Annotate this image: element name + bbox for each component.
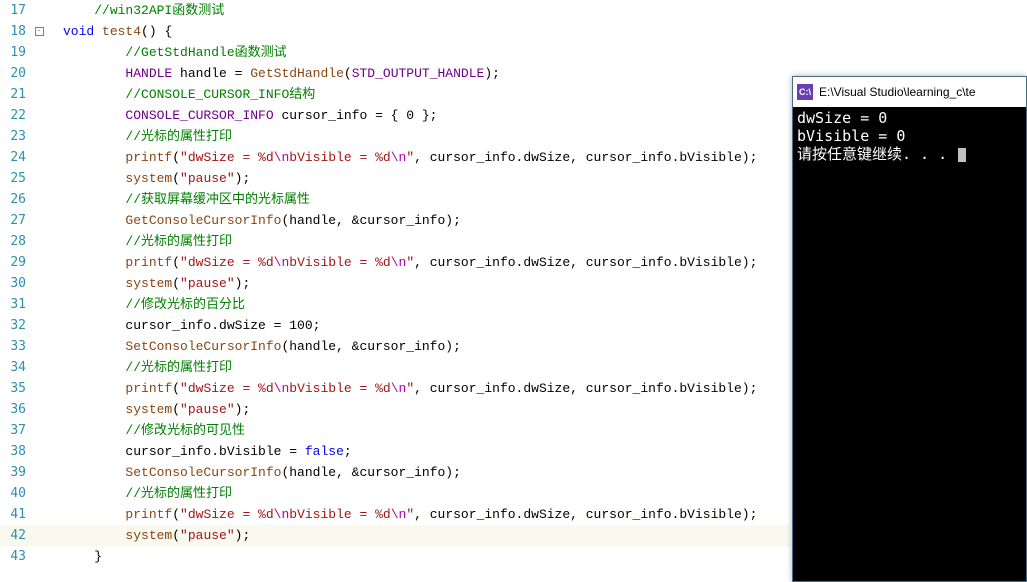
line-number: 33: [0, 336, 32, 357]
code-text[interactable]: //win32API函数测试: [61, 0, 790, 21]
code-text[interactable]: CONSOLE_CURSOR_INFO cursor_info = { 0 };: [61, 105, 790, 126]
code-text[interactable]: GetConsoleCursorInfo(handle, &cursor_inf…: [61, 210, 790, 231]
line-number: 42: [0, 525, 32, 546]
line-number: 18: [0, 21, 32, 42]
code-text[interactable]: cursor_info.dwSize = 100;: [61, 315, 790, 336]
line-number: 20: [0, 63, 32, 84]
line-number: 25: [0, 168, 32, 189]
code-line[interactable]: 37 //修改光标的可见性: [0, 420, 790, 441]
line-number: 34: [0, 357, 32, 378]
code-text[interactable]: //光标的属性打印: [61, 126, 790, 147]
code-line[interactable]: 32 cursor_info.dwSize = 100;: [0, 315, 790, 336]
code-text[interactable]: system("pause");: [61, 273, 790, 294]
code-text[interactable]: SetConsoleCursorInfo(handle, &cursor_inf…: [61, 462, 790, 483]
code-text[interactable]: printf("dwSize = %d\nbVisible = %d\n", c…: [61, 378, 790, 399]
console-app-icon: C:\: [797, 84, 813, 100]
code-line[interactable]: 42 system("pause");: [0, 525, 790, 546]
code-text[interactable]: //获取屏幕缓冲区中的光标属性: [61, 189, 790, 210]
code-line[interactable]: 29 printf("dwSize = %d\nbVisible = %d\n"…: [0, 252, 790, 273]
code-line[interactable]: 39 SetConsoleCursorInfo(handle, &cursor_…: [0, 462, 790, 483]
code-text[interactable]: //GetStdHandle函数测试: [61, 42, 790, 63]
line-number: 43: [0, 546, 32, 567]
cursor-block-icon: [958, 148, 966, 162]
line-number: 30: [0, 273, 32, 294]
line-number: 27: [0, 210, 32, 231]
line-number: 40: [0, 483, 32, 504]
console-titlebar[interactable]: C:\ E:\Visual Studio\learning_c\te: [793, 77, 1026, 107]
code-line[interactable]: 40 //光标的属性打印: [0, 483, 790, 504]
code-text[interactable]: //修改光标的可见性: [61, 420, 790, 441]
code-line[interactable]: 35 printf("dwSize = %d\nbVisible = %d\n"…: [0, 378, 790, 399]
line-number: 19: [0, 42, 32, 63]
code-line[interactable]: 33 SetConsoleCursorInfo(handle, &cursor_…: [0, 336, 790, 357]
code-text[interactable]: //修改光标的百分比: [61, 294, 790, 315]
line-number: 22: [0, 105, 32, 126]
code-text[interactable]: //光标的属性打印: [61, 231, 790, 252]
code-line[interactable]: 30 system("pause");: [0, 273, 790, 294]
line-number: 31: [0, 294, 32, 315]
code-line[interactable]: 18- void test4() {: [0, 21, 790, 42]
line-number: 24: [0, 147, 32, 168]
console-title: E:\Visual Studio\learning_c\te: [819, 85, 976, 99]
code-line[interactable]: 41 printf("dwSize = %d\nbVisible = %d\n"…: [0, 504, 790, 525]
code-text[interactable]: //光标的属性打印: [61, 357, 790, 378]
code-line[interactable]: 26 //获取屏幕缓冲区中的光标属性: [0, 189, 790, 210]
code-line[interactable]: 17 //win32API函数测试: [0, 0, 790, 21]
line-number: 35: [0, 378, 32, 399]
console-line: dwSize = 0: [797, 109, 1022, 127]
line-number: 41: [0, 504, 32, 525]
code-text[interactable]: cursor_info.bVisible = false;: [61, 441, 790, 462]
code-text[interactable]: //光标的属性打印: [61, 483, 790, 504]
line-number: 26: [0, 189, 32, 210]
fold-gutter[interactable]: -: [32, 21, 46, 42]
line-number: 32: [0, 315, 32, 336]
code-text[interactable]: system("pause");: [61, 168, 790, 189]
code-text[interactable]: system("pause");: [61, 399, 790, 420]
console-window[interactable]: C:\ E:\Visual Studio\learning_c\te dwSiz…: [792, 76, 1027, 582]
line-number: 37: [0, 420, 32, 441]
code-line[interactable]: 34 //光标的属性打印: [0, 357, 790, 378]
line-number: 21: [0, 84, 32, 105]
console-output: dwSize = 0 bVisible = 0 请按任意键继续. . .: [793, 107, 1026, 165]
code-line[interactable]: 28 //光标的属性打印: [0, 231, 790, 252]
line-number: 36: [0, 399, 32, 420]
fold-collapse-icon[interactable]: -: [35, 27, 44, 36]
line-number: 29: [0, 252, 32, 273]
code-text[interactable]: //CONSOLE_CURSOR_INFO结构: [61, 84, 790, 105]
code-line[interactable]: 19 //GetStdHandle函数测试: [0, 42, 790, 63]
code-line[interactable]: 27 GetConsoleCursorInfo(handle, &cursor_…: [0, 210, 790, 231]
code-line[interactable]: 22 CONSOLE_CURSOR_INFO cursor_info = { 0…: [0, 105, 790, 126]
code-line[interactable]: 24 printf("dwSize = %d\nbVisible = %d\n"…: [0, 147, 790, 168]
code-text[interactable]: system("pause");: [61, 525, 790, 546]
code-text[interactable]: printf("dwSize = %d\nbVisible = %d\n", c…: [61, 504, 790, 525]
console-line: bVisible = 0: [797, 127, 1022, 145]
code-line[interactable]: 20 HANDLE handle = GetStdHandle(STD_OUTP…: [0, 63, 790, 84]
code-text[interactable]: }: [61, 546, 790, 567]
code-text[interactable]: HANDLE handle = GetStdHandle(STD_OUTPUT_…: [61, 63, 790, 84]
code-line[interactable]: 21 //CONSOLE_CURSOR_INFO结构: [0, 84, 790, 105]
code-line[interactable]: 38 cursor_info.bVisible = false;: [0, 441, 790, 462]
code-text[interactable]: void test4() {: [61, 21, 790, 42]
line-number: 28: [0, 231, 32, 252]
code-text[interactable]: printf("dwSize = %d\nbVisible = %d\n", c…: [61, 252, 790, 273]
line-number: 23: [0, 126, 32, 147]
code-line[interactable]: 31 //修改光标的百分比: [0, 294, 790, 315]
code-text[interactable]: printf("dwSize = %d\nbVisible = %d\n", c…: [61, 147, 790, 168]
console-line: 请按任意键继续. . .: [797, 145, 1022, 163]
code-line[interactable]: 43 }: [0, 546, 790, 567]
code-line[interactable]: 36 system("pause");: [0, 399, 790, 420]
code-editor[interactable]: 17 //win32API函数测试18-void test4() {19 //G…: [0, 0, 790, 582]
line-number: 17: [0, 0, 32, 21]
code-text[interactable]: SetConsoleCursorInfo(handle, &cursor_inf…: [61, 336, 790, 357]
code-line[interactable]: 23 //光标的属性打印: [0, 126, 790, 147]
line-number: 39: [0, 462, 32, 483]
code-block: 17 //win32API函数测试18-void test4() {19 //G…: [0, 0, 790, 567]
line-number: 38: [0, 441, 32, 462]
code-line[interactable]: 25 system("pause");: [0, 168, 790, 189]
